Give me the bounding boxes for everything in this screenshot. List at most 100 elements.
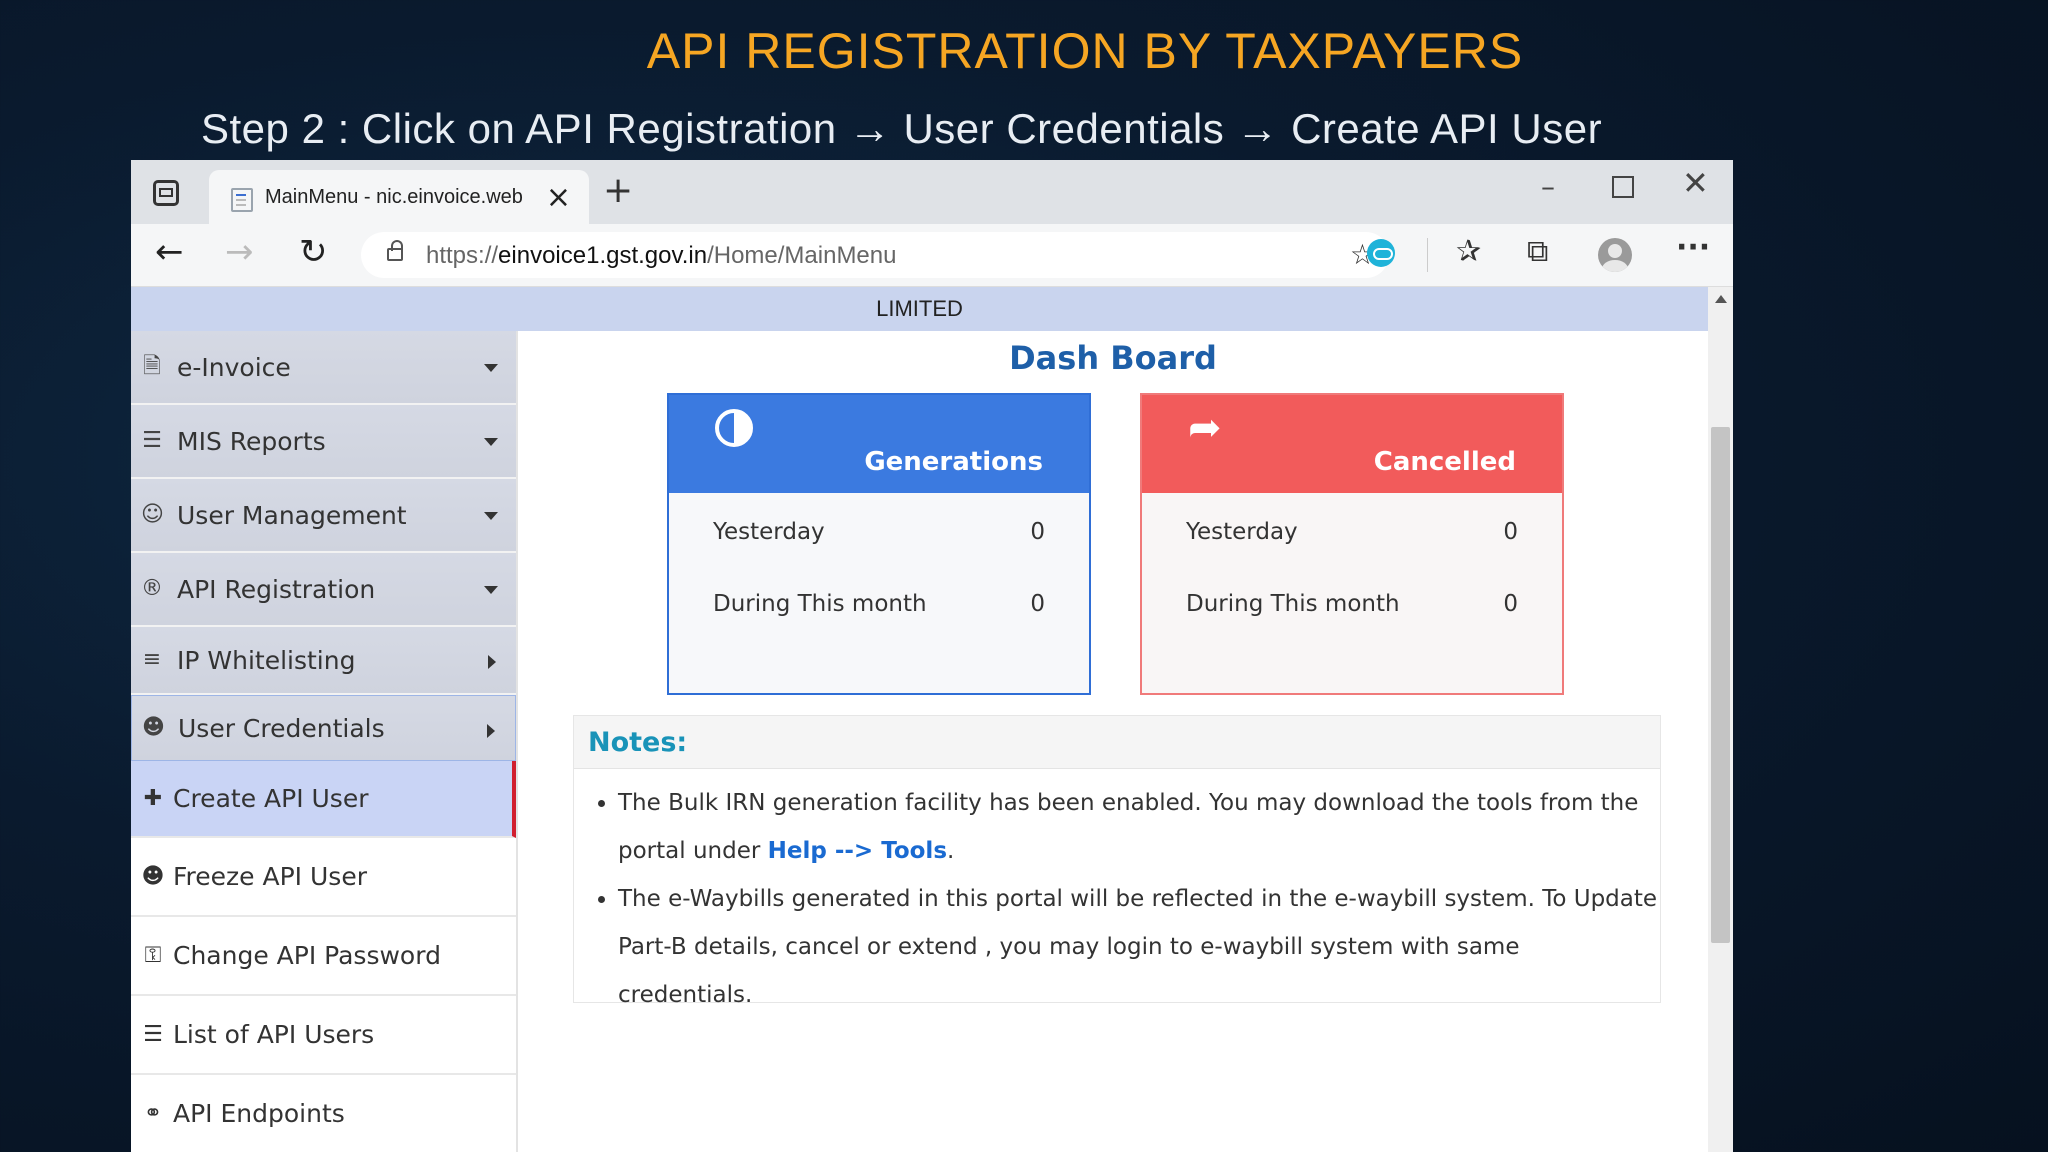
tab-bar: MainMenu - nic.einvoice.web × + – ✕ [131,160,1733,224]
help-tools-link[interactable]: Help --> Tools [768,838,947,864]
refresh-icon[interactable]: ↻ [299,232,328,272]
caret-right-icon [488,655,496,669]
tab-actions-icon[interactable] [153,180,179,206]
sidebar-subitem-label: Freeze API User [173,862,367,891]
lock-icon[interactable] [387,240,403,261]
list-icon: ☰ [142,428,162,453]
half-circle-icon [715,409,753,447]
url-text[interactable]: https://einvoice1.gst.gov.in/Home/MainMe… [426,242,896,270]
sidebar-subitem-freeze-api-user[interactable]: ☻ Freeze API User [131,838,516,917]
generations-row-this-month: During This month 0 [669,565,1089,637]
sidebar-menu: 🗎 e-Invoice ☰ MIS Reports ☺ User Managem… [131,331,518,1152]
share-arrow-icon: ➦ [1188,405,1222,451]
browser-toolbar: ← → ↻ https://einvoice1.gst.gov.in/Home/… [131,224,1733,287]
server-icon: ≡ [142,647,162,672]
sidebar-subitem-create-api-user[interactable]: ✚ Create API User [131,761,516,838]
browser-tab[interactable]: MainMenu - nic.einvoice.web × [209,170,589,224]
toolbar-divider [1427,238,1428,272]
note-item: The Bulk IRN generation facility has bee… [618,779,1660,875]
users-icon: ☺ [141,502,164,527]
scroll-thumb[interactable] [1711,427,1730,943]
sidebar-item-label: API Registration [177,574,376,604]
sidebar-subitem-label: API Endpoints [173,1099,345,1128]
link-icon: ⚭ [143,1101,163,1126]
browser-window: MainMenu - nic.einvoice.web × + – ✕ ← → … [131,160,1733,1152]
caret-down-icon [484,586,498,594]
window-close-icon[interactable]: ✕ [1682,164,1709,202]
collections-icon[interactable]: ⧉ [1527,234,1548,269]
user-lock-icon: ☻ [142,715,165,740]
sidebar-subitem-list-of-api-users[interactable]: ☰ List of API Users [131,996,516,1075]
organization-name-banner: LIMITED [131,287,1708,331]
sidebar-item-ip-whitelisting[interactable]: ≡ IP Whitelisting [131,627,516,695]
new-tab-button[interactable]: + [603,170,633,211]
cancelled-card: ➦ Cancelled Yesterday 0 During This mont… [1140,393,1564,695]
row-label: During This month [1186,591,1400,617]
sidebar-subitem-label: Create API User [173,784,369,813]
scroll-up-arrow-icon[interactable] [1715,295,1727,303]
user-lock-icon: ☻ [141,864,165,889]
note-item: The e-Waybills generated in this portal … [618,875,1660,1019]
generations-card-header: Generations [669,395,1089,493]
forward-icon[interactable]: → [225,232,254,272]
slide-title: API REGISTRATION BY TAXPAYERS [646,23,1524,79]
sidebar-item-label: User Management [177,500,407,530]
profile-icon[interactable] [1598,238,1632,272]
sidebar-item-user-credentials[interactable]: ☻ User Credentials [131,695,516,761]
sidebar-item-label: User Credentials [178,713,385,743]
sidebar-item-api-registration[interactable]: ® API Registration [131,553,516,627]
page-favicon-icon [231,188,253,212]
list-icon: ☰ [143,1022,163,1047]
cancelled-label: Cancelled [1373,447,1516,477]
row-label: During This month [713,591,927,617]
back-icon[interactable]: ← [155,232,184,272]
sidebar-subitem-label: List of API Users [173,1020,375,1049]
caret-down-icon [484,364,498,372]
sidebar-item-mis-reports[interactable]: ☰ MIS Reports [131,405,516,479]
row-value: 0 [1503,519,1518,545]
notes-panel: Notes: The Bulk IRN generation facility … [573,715,1661,1008]
generations-row-yesterday: Yesterday 0 [669,493,1089,565]
row-value: 0 [1030,591,1045,617]
generations-label: Generations [864,447,1043,477]
user-plus-icon: ✚ [143,786,163,811]
slide-step-text: Step 2 : Click on API Registration → Use… [201,105,1603,152]
sidebar-subitem-change-api-password[interactable]: ⚿ Change API Password [131,917,516,996]
address-bar[interactable]: https://einvoice1.gst.gov.in/Home/MainMe… [361,232,1389,278]
favorites-icon[interactable]: ✰ [1456,234,1481,269]
row-label: Yesterday [1186,519,1298,545]
sidebar-item-e-invoice[interactable]: 🗎 e-Invoice [131,331,516,405]
notes-list: The Bulk IRN generation facility has bee… [574,769,1660,1019]
tab-title: MainMenu - nic.einvoice.web [265,186,523,208]
caret-down-icon [484,438,498,446]
sidebar-subitem-api-endpoints[interactable]: ⚭ API Endpoints [131,1075,516,1152]
row-label: Yesterday [713,519,825,545]
main-content: Dash Board Generations Yesterday 0 Durin… [518,331,1708,1152]
minimize-icon[interactable]: – [1541,170,1555,203]
key-icon: ⚿ [144,943,162,968]
sidebar-item-user-management[interactable]: ☺ User Management [131,479,516,553]
cancelled-row-this-month: During This month 0 [1142,565,1562,637]
caret-right-icon [487,724,495,738]
row-value: 0 [1503,591,1518,617]
extension-icon[interactable] [1367,239,1395,267]
more-icon[interactable]: ··· [1676,230,1710,265]
web-page: LIMITED 🗎 e-Invoice ☰ MIS Reports ☺ User… [131,287,1733,1152]
sidebar-item-label: MIS Reports [177,426,326,456]
document-icon: 🗎 [143,354,161,379]
notes-header: Notes: [574,716,1660,769]
page-scrollbar[interactable] [1708,287,1733,1152]
generations-card: Generations Yesterday 0 During This mont… [667,393,1091,695]
sidebar-item-label: IP Whitelisting [177,645,356,675]
sidebar-item-label: e-Invoice [177,352,291,382]
sidebar-subitem-label: Change API Password [173,941,441,970]
notes-title: Notes: [588,727,688,758]
tab-close-icon[interactable]: × [546,180,571,215]
cancelled-row-yesterday: Yesterday 0 [1142,493,1562,565]
row-value: 0 [1030,519,1045,545]
maximize-icon[interactable] [1612,176,1634,198]
dashboard-title: Dash Board [1009,339,1217,377]
cancelled-card-header: ➦ Cancelled [1142,395,1562,493]
caret-down-icon [484,512,498,520]
registered-icon: ® [141,576,163,601]
